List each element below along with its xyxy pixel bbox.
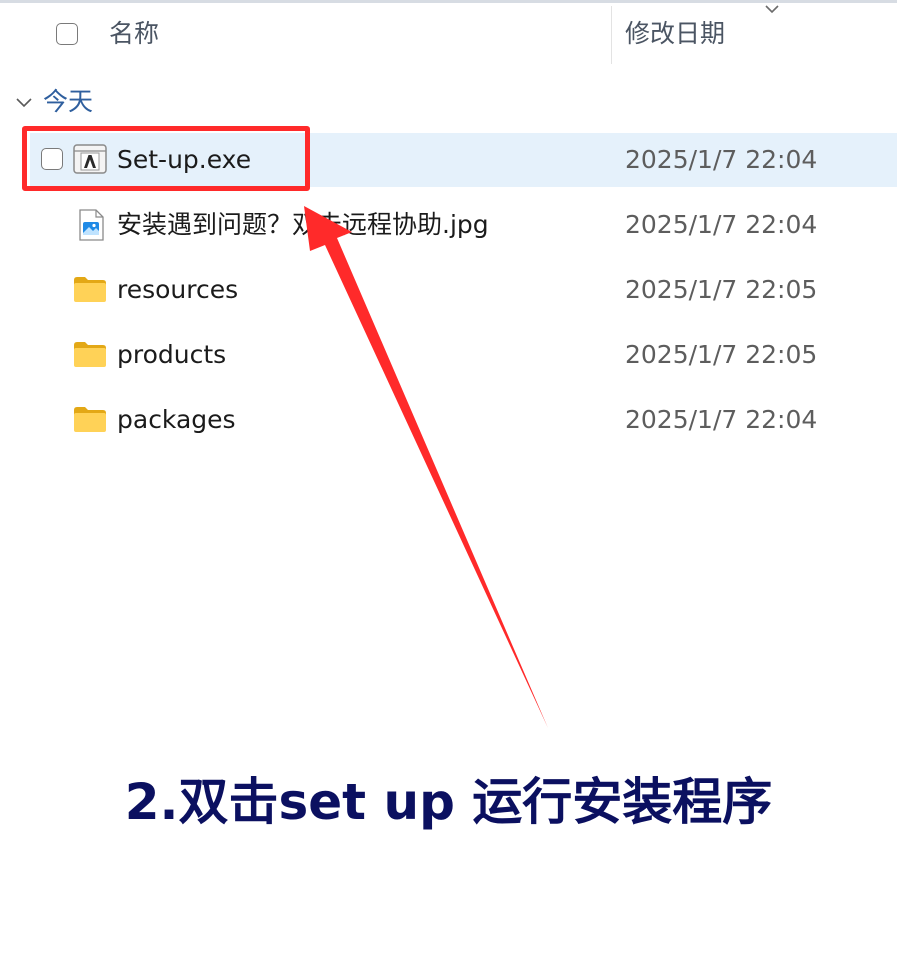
file-row-help-jpg[interactable]: 安装遇到问题？双击远程协助.jpg 2025/1/7 22:04 [30,198,897,252]
folder-icon [74,277,106,302]
column-header-date[interactable]: 修改日期 [625,19,725,49]
folder-icon [74,342,106,367]
select-all-checkbox[interactable] [56,23,78,45]
file-date: 2025/1/7 22:04 [625,405,818,434]
column-divider[interactable] [611,6,612,64]
file-name: 安装遇到问题？双击远程协助.jpg [117,210,489,239]
column-header-name[interactable]: 名称 [109,19,159,49]
highlight-box [22,126,310,191]
window-top-border [0,0,897,3]
file-name: resources [117,275,239,304]
file-name: packages [117,405,236,434]
file-row-packages[interactable]: packages 2025/1/7 22:04 [30,393,897,447]
image-file-icon [79,209,104,241]
chevron-down-icon [16,98,32,108]
file-date: 2025/1/7 22:05 [625,275,818,304]
group-label: 今天 [43,87,94,116]
file-name: products [117,340,227,369]
file-date: 2025/1/7 22:04 [625,145,818,174]
file-date: 2025/1/7 22:05 [625,340,818,369]
file-date: 2025/1/7 22:04 [625,210,818,239]
sort-chevron-down-icon[interactable] [764,2,780,16]
group-header-today[interactable]: 今天 [14,86,93,118]
instruction-caption: 2.双击set up 运行安装程序 [124,773,773,831]
folder-icon [74,407,106,432]
file-row-products[interactable]: products 2025/1/7 22:05 [30,328,897,382]
file-row-resources[interactable]: resources 2025/1/7 22:05 [30,263,897,317]
